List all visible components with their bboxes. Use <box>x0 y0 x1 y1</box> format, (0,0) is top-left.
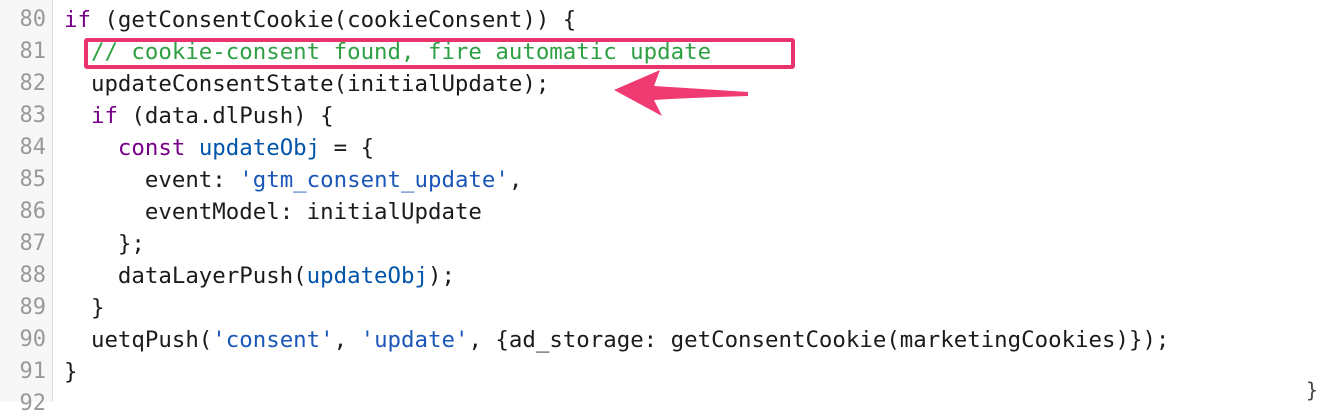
keyword-token: if <box>64 7 91 33</box>
highlight-box-annotation <box>84 38 795 69</box>
code-text: updateConsentState(initialUpdate); <box>64 68 549 100</box>
string-token: 'consent' <box>212 327 334 353</box>
code-token: } <box>90 295 105 321</box>
keyword-token: const <box>117 135 186 161</box>
code-line[interactable]: 92 <box>0 388 1322 420</box>
code-line[interactable]: 90 uetqPush('consent', 'update', {ad_sto… <box>0 324 1322 356</box>
code-line[interactable]: 88 dataLayerPush(updateObj); <box>0 260 1322 292</box>
code-line[interactable]: 84 const updateObj = { <box>0 132 1322 164</box>
code-line[interactable]: 85 event: 'gtm_consent_update', <box>0 164 1322 196</box>
code-line[interactable]: 89 } <box>0 292 1322 324</box>
line-number: 92 <box>19 391 47 416</box>
line-number: 85 <box>19 167 47 192</box>
code-line[interactable]: 87 }; <box>0 228 1322 260</box>
string-token: 'gtm_consent_update' <box>239 167 509 193</box>
line-number: 91 <box>19 359 47 384</box>
line-number: 90 <box>19 327 47 352</box>
line-number: 83 <box>19 103 47 128</box>
code-text: uetqPush('consent', 'update', {ad_storag… <box>64 324 1169 356</box>
line-number: 87 <box>19 231 47 256</box>
code-text: if (data.dlPush) { <box>64 100 334 132</box>
keyword-token: if <box>90 103 118 129</box>
line-number: 86 <box>19 199 47 224</box>
code-token: (getConsentCookie(cookieConsent)) { <box>90 7 577 33</box>
string-token: 'update' <box>360 327 469 353</box>
code-token: dataLayerPush( <box>117 263 307 289</box>
code-text: }; <box>64 228 145 260</box>
arrow-left-icon <box>614 70 748 116</box>
variable-token: updateObj <box>198 135 321 161</box>
code-text: const updateObj = { <box>64 132 374 164</box>
code-token: (data.dlPush) { <box>117 103 334 129</box>
code-text: } <box>64 292 104 324</box>
code-token: = { <box>320 135 375 161</box>
code-text: eventModel: initialUpdate <box>64 196 482 228</box>
code-line[interactable]: 80 if (getConsentCookie(cookieConsent)) { <box>0 4 1322 36</box>
line-number: 82 <box>19 71 47 96</box>
line-number: 81 <box>19 39 47 64</box>
code-token: event: <box>144 167 240 193</box>
line-number: 88 <box>19 263 47 288</box>
line-number: 89 <box>19 295 47 320</box>
code-token: uetqPush( <box>90 327 213 353</box>
code-token: ); <box>427 263 455 289</box>
code-token: }; <box>117 231 145 257</box>
code-token: , {ad_storage: getConsentCookie(marketin… <box>468 327 1170 353</box>
code-line[interactable]: 86 eventModel: initialUpdate <box>0 196 1322 228</box>
variable-token: updateObj <box>306 263 428 289</box>
code-text: event: 'gtm_consent_update', <box>64 164 522 196</box>
code-token: updateConsentState(initialUpdate); <box>90 71 550 97</box>
line-number: 80 <box>19 7 47 32</box>
code-token: , <box>508 167 523 193</box>
code-token: , <box>333 327 361 353</box>
code-text: if (getConsentCookie(cookieConsent)) { <box>64 4 576 36</box>
code-token: } <box>64 359 78 385</box>
line-number: 84 <box>19 135 47 160</box>
code-line[interactable]: 91} <box>0 356 1322 388</box>
trailing-brace-fragment: } <box>1306 378 1319 402</box>
code-text: dataLayerPush(updateObj); <box>64 260 455 292</box>
code-token: eventModel: initialUpdate <box>144 199 482 225</box>
code-text: } <box>64 356 77 388</box>
